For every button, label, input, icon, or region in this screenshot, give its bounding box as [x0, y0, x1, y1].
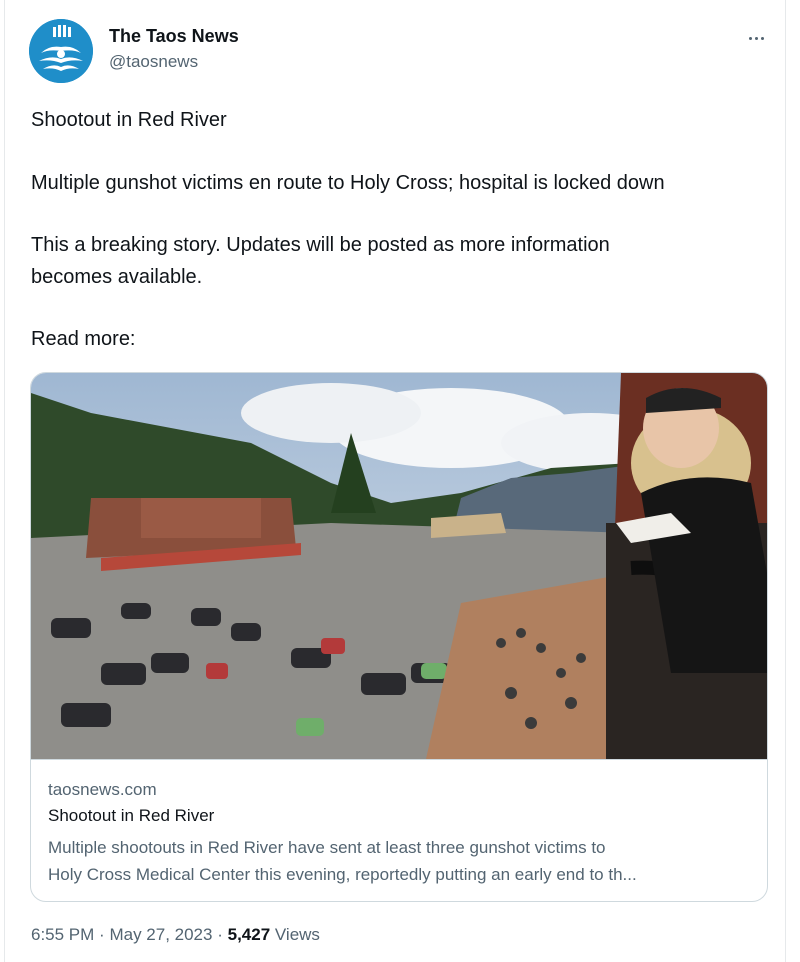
link-card[interactable]: taosnews.com Shootout in Red River Multi… — [30, 372, 768, 902]
more-dot — [760, 36, 764, 40]
meta-separator: · — [217, 925, 223, 944]
zia-sun-logo-icon — [29, 19, 93, 83]
card-body[interactable]: taosnews.com Shootout in Red River Multi… — [31, 759, 767, 901]
tweet-container: The Taos News @taosnews Shootout in Red … — [4, 0, 786, 962]
author-name[interactable]: The Taos News — [109, 26, 239, 47]
avatar[interactable] — [29, 19, 93, 83]
tweet-meta: 6:55 PM · May 27, 2023 · 5,427 Views — [31, 925, 320, 945]
card-domain: taosnews.com — [48, 780, 157, 799]
tweet-text-line: Shootout in Red River — [31, 109, 227, 131]
views-count: 5,427 — [227, 925, 271, 944]
author-handle[interactable]: @taosnews — [109, 52, 198, 72]
tweet-date[interactable]: May 27, 2023 — [109, 925, 212, 944]
more-horizontal-icon — [748, 36, 752, 40]
more-dot — [754, 36, 758, 40]
card-description-line: Multiple shootouts in Red River have sen… — [48, 838, 606, 857]
tweet-text-line: Read more: — [31, 328, 136, 350]
red-river-street-photo — [31, 373, 767, 759]
views-label: Views — [274, 925, 320, 944]
more-options-button[interactable] — [743, 28, 769, 48]
tweet-text-line: This a breaking story. Updates will be p… — [31, 234, 610, 256]
tweet-time[interactable]: 6:55 PM — [31, 925, 94, 944]
tweet-text-line: Multiple gunshot victims en route to Hol… — [31, 172, 665, 194]
card-description: Multiple shootouts in Red River have sen… — [48, 834, 748, 888]
card-title: Shootout in Red River — [48, 806, 215, 825]
card-description-line: Holy Cross Medical Center this evening, … — [48, 865, 637, 884]
meta-separator: · — [99, 925, 105, 944]
card-image[interactable] — [31, 373, 767, 759]
tweet-text-line: becomes available. — [31, 266, 203, 288]
